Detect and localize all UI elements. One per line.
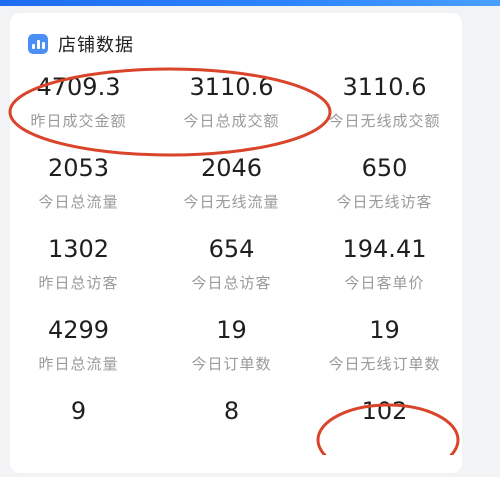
- metric-partial-1[interactable]: 9: [2, 396, 155, 477]
- metric-label: 今日总成交额: [183, 112, 280, 130]
- metric-today-wireless-visitors[interactable]: 650 今日无线访客: [308, 153, 461, 234]
- metric-today-orders[interactable]: 19 今日订单数: [155, 315, 308, 396]
- metric-value: 650: [361, 154, 408, 182]
- metrics-grid: 4709.3 昨日成交金额 3110.6 今日总成交额 3110.6 今日无线成…: [2, 72, 462, 477]
- metric-label: 今日无线订单数: [328, 355, 441, 373]
- metric-yesterday-total-visitors[interactable]: 1302 昨日总访客: [2, 234, 155, 315]
- metric-yesterday-total-traffic[interactable]: 4299 昨日总流量: [2, 315, 155, 396]
- metric-value: 1302: [47, 235, 110, 263]
- metric-value: 2046: [200, 154, 263, 182]
- metric-label: 今日总访客: [191, 274, 272, 292]
- metric-label: 今日客单价: [344, 274, 425, 292]
- metric-today-wireless-orders[interactable]: 19 今日无线订单数: [308, 315, 461, 396]
- metric-value: 102: [361, 397, 408, 425]
- bar-chart-icon: [28, 34, 48, 54]
- card-title: 店铺数据: [58, 35, 134, 56]
- metrics-row: 9 8 102: [2, 396, 462, 477]
- metrics-row: 1302 昨日总访客 654 今日总访客 194.41 今日客单价: [2, 234, 462, 315]
- metric-value: 19: [369, 316, 400, 344]
- metric-value: 19: [216, 316, 247, 344]
- metric-label: 今日无线访客: [336, 193, 433, 211]
- top-header-bar: [0, 0, 500, 6]
- metric-label: 昨日总流量: [38, 355, 119, 373]
- metrics-row: 4709.3 昨日成交金额 3110.6 今日总成交额 3110.6 今日无线成…: [2, 72, 462, 153]
- metric-value: 4299: [47, 316, 110, 344]
- metric-value: 9: [70, 397, 87, 425]
- metric-today-wireless-traffic[interactable]: 2046 今日无线流量: [155, 153, 308, 234]
- metric-partial-2[interactable]: 8: [155, 396, 308, 477]
- card-header: 店铺数据: [28, 33, 134, 56]
- metric-label: 昨日成交金额: [30, 112, 127, 130]
- metric-value: 2053: [47, 154, 110, 182]
- metric-yesterday-gmv[interactable]: 4709.3 昨日成交金额: [2, 72, 155, 153]
- metric-label: 今日订单数: [191, 355, 272, 373]
- metric-value: 3110.6: [189, 73, 274, 101]
- metric-today-total-visitors[interactable]: 654 今日总访客: [155, 234, 308, 315]
- metric-today-avg-order-value[interactable]: 194.41 今日客单价: [308, 234, 461, 315]
- metrics-row: 2053 今日总流量 2046 今日无线流量 650 今日无线访客: [2, 153, 462, 234]
- metric-label: 今日总流量: [38, 193, 119, 211]
- metric-value: 654: [208, 235, 255, 263]
- metric-today-total-traffic[interactable]: 2053 今日总流量: [2, 153, 155, 234]
- metric-value: 194.41: [342, 235, 427, 263]
- metric-label: 昨日总访客: [38, 274, 119, 292]
- metric-label: 今日无线流量: [183, 193, 280, 211]
- metric-today-total-gmv[interactable]: 3110.6 今日总成交额: [155, 72, 308, 153]
- metric-today-wireless-gmv[interactable]: 3110.6 今日无线成交额: [308, 72, 461, 153]
- metric-value: 8: [223, 397, 240, 425]
- metrics-row: 4299 昨日总流量 19 今日订单数 19 今日无线订单数: [2, 315, 462, 396]
- metric-label: 今日无线成交额: [328, 112, 441, 130]
- metric-value: 4709.3: [36, 73, 121, 101]
- metric-partial-3[interactable]: 102: [308, 396, 461, 477]
- metric-value: 3110.6: [342, 73, 427, 101]
